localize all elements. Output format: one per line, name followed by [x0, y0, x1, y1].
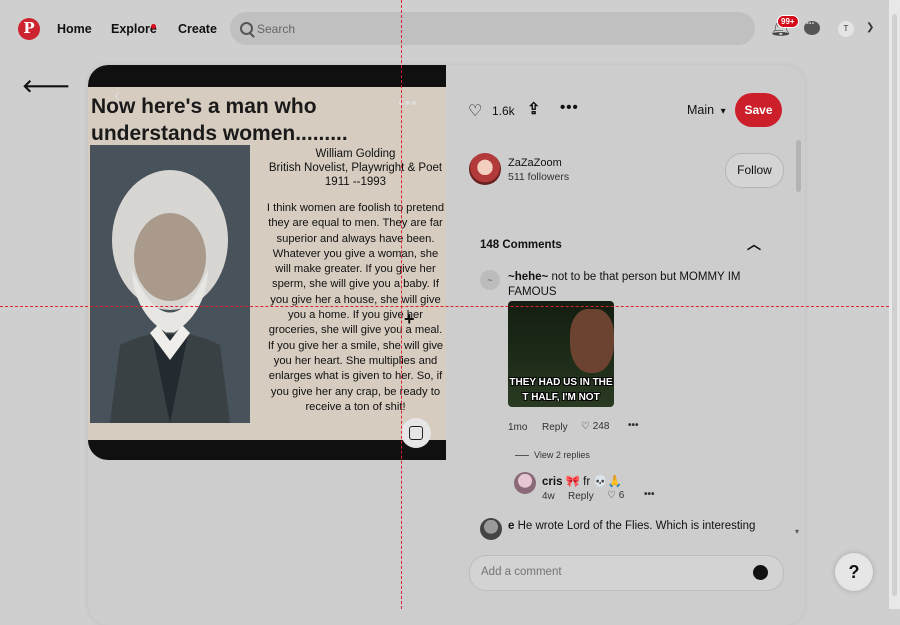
more-options-icon[interactable]: ••• — [560, 99, 579, 116]
reply-avatar[interactable] — [514, 472, 536, 494]
like-count: 1.6k — [492, 104, 515, 118]
author-info: William Golding British Novelist, Playwr… — [266, 148, 445, 413]
comment-input[interactable] — [481, 566, 741, 578]
reply-more-icon[interactable]: ••• — [644, 489, 655, 500]
view-replies-button[interactable]: View 2 replies — [515, 450, 590, 460]
nav-home[interactable]: Home — [57, 22, 92, 36]
comment-like[interactable]: ♡ 248 — [581, 421, 609, 432]
meme-headline: Now here's a man who understands women..… — [91, 95, 348, 145]
creator-name[interactable]: ZaZaZoom — [508, 157, 562, 169]
creator-followers: 511 followers — [508, 171, 570, 183]
messages-icon[interactable] — [804, 18, 820, 35]
comment-time: 1mo — [508, 422, 528, 433]
reply-author[interactable]: cris — [542, 476, 562, 488]
crosshair-cursor-icon: + — [404, 309, 415, 329]
nav-explore[interactable]: Explore — [111, 22, 157, 36]
portrait-photo — [90, 145, 250, 423]
lens-icon — [409, 426, 423, 440]
heart-icon[interactable]: ♡ — [468, 101, 482, 121]
comment-avatar[interactable]: ~ — [480, 270, 500, 290]
comment-avatar[interactable] — [480, 518, 502, 540]
gif-face — [570, 309, 614, 373]
meme-image: Now here's a man who understands women..… — [88, 87, 446, 440]
visual-search-button[interactable] — [401, 418, 431, 448]
reply-reply-button[interactable]: Reply — [568, 491, 594, 502]
share-icon[interactable]: ⇪ — [527, 99, 540, 119]
help-button[interactable]: ? — [835, 553, 873, 591]
comment-author[interactable]: ~hehe~ — [508, 271, 548, 283]
comments-count: 148 Comments — [480, 239, 562, 251]
page-scrollbar[interactable] — [889, 0, 900, 609]
comment-author[interactable]: e — [508, 520, 514, 532]
reply-time: 4w — [542, 491, 555, 502]
follow-button[interactable]: Follow — [725, 153, 784, 188]
pinterest-logo[interactable]: P — [18, 18, 40, 40]
notification-badge: 99+ — [777, 15, 799, 28]
search-input[interactable] — [257, 21, 737, 37]
user-avatar[interactable]: T — [838, 21, 854, 37]
reply-like[interactable]: ♡ 6 — [607, 490, 624, 501]
scroll-down-icon[interactable]: ▾ — [795, 527, 799, 536]
crosshair-vertical — [401, 0, 402, 609]
comments-scrollbar[interactable] — [796, 140, 801, 192]
emoji-icon[interactable] — [753, 565, 768, 580]
board-select[interactable]: Main ▾ — [687, 103, 726, 117]
chevron-left-icon[interactable]: ‹ — [114, 85, 120, 106]
creator-avatar[interactable] — [469, 153, 501, 185]
comment-text: e He wrote Lord of the Flies. Which is i… — [508, 520, 756, 532]
pin-card: Now here's a man who understands women..… — [88, 65, 805, 625]
crosshair-horizontal — [0, 306, 889, 307]
chevron-up-icon[interactable]: ︿ — [747, 234, 761, 254]
comment-more-icon[interactable]: ••• — [628, 420, 639, 431]
pin-image[interactable]: Now here's a man who understands women..… — [88, 65, 446, 460]
heart-icon: ♡ — [607, 490, 616, 501]
save-button[interactable]: Save — [735, 93, 782, 127]
comment-text: ~hehe~ not to be that person but MOMMY I… — [508, 271, 741, 298]
gif-caption: THEY HAD US IN THE T HALF, I'M NOT GONN — [509, 377, 613, 403]
chevron-down-icon: ▾ — [720, 106, 726, 117]
explore-notification-dot — [151, 24, 156, 29]
nav-create[interactable]: Create — [178, 22, 217, 36]
reply-text: cris 🎀 fr 💀🙏 — [542, 476, 623, 488]
comment-gif[interactable]: THEY HAD US IN THE T HALF, I'M NOT GONN — [508, 301, 614, 407]
search-icon — [240, 22, 253, 35]
heart-icon: ♡ — [581, 421, 590, 432]
back-arrow-icon[interactable]: 🡐 — [22, 76, 70, 97]
reply-button[interactable]: Reply — [542, 422, 568, 433]
chevron-down-icon[interactable]: ❯ — [866, 22, 874, 33]
